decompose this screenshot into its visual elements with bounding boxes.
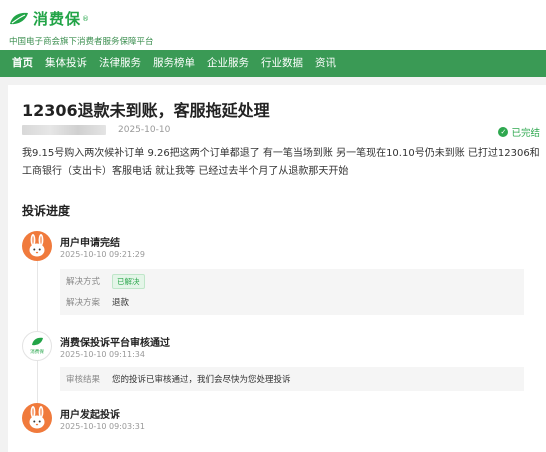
- step-name: 用户发起投诉: [60, 410, 120, 421]
- step-detail: 审核结果 您的投诉已审核通过，我们会尽快为您处理投诉: [60, 367, 524, 391]
- leaf-logo-icon: [10, 12, 28, 24]
- step-time: 2025-10-10 09:21:29: [60, 250, 145, 259]
- timeline-line: [37, 247, 38, 407]
- step-time: 2025-10-10 09:03:31: [60, 422, 145, 431]
- nav-item-legal-service[interactable]: 法律服务: [93, 50, 147, 77]
- review-result-row: 审核结果 您的投诉已审核通过，我们会尽快为您处理投诉: [60, 367, 524, 391]
- nav-item-service-ranking[interactable]: 服务榜单: [147, 50, 201, 77]
- complaint-card: 12306退款未到账，客服拖延处理 2025-10-10 ✓ 已完结 我9.15…: [8, 85, 546, 452]
- site-tagline: 中国电子商会旗下消费者服务保障平台: [9, 37, 154, 47]
- check-circle-icon: ✓: [498, 127, 509, 137]
- step-time: 2025-10-10 09:11:34: [60, 350, 145, 359]
- rabbit-avatar-icon: [22, 231, 52, 261]
- rabbit-avatar-icon: [22, 403, 52, 433]
- progress-title: 投诉进度: [22, 204, 71, 218]
- platform-logo-avatar: 消费保: [22, 331, 52, 361]
- resolution-plan-value: 退款: [112, 298, 130, 308]
- blurred-username: [22, 125, 106, 135]
- site-header: 消费保 ® 中国电子商会旗下消费者服务保障平台: [0, 0, 546, 50]
- nav-item-enterprise-service[interactable]: 企业服务: [201, 50, 255, 77]
- complaint-date: 2025-10-10: [118, 125, 171, 135]
- nav-item-group-complaint[interactable]: 集体投诉: [39, 50, 93, 77]
- step-name: 消费保投诉平台审核通过: [60, 338, 170, 349]
- registered-mark: ®: [82, 14, 90, 23]
- complaint-content: 我9.15号购入两次候补订单 9.26把这两个订单都退了 有一笔当场到账 另一笔…: [22, 148, 540, 177]
- resolution-method-row: 解决方式 已解决: [60, 269, 524, 291]
- resolution-plan-row: 解决方案 退款: [60, 291, 524, 313]
- review-result-label: 审核结果: [66, 375, 101, 385]
- complaint-meta: 2025-10-10: [22, 125, 170, 135]
- step-detail: 解决方式 已解决 解决方案 退款: [60, 269, 524, 315]
- status-badge: ✓ 已完结: [498, 125, 540, 139]
- resolution-plan-label: 解决方案: [66, 298, 101, 308]
- site-logo[interactable]: 消费保 ®: [8, 8, 89, 29]
- nav-item-news[interactable]: 资讯: [309, 50, 342, 77]
- status-text: 已完结: [511, 128, 540, 139]
- platform-avatar-text: 消费保: [30, 348, 44, 355]
- resolution-method-label: 解决方式: [66, 277, 101, 287]
- complaint-title: 12306退款未到账，客服拖延处理: [22, 101, 270, 120]
- nav-item-home[interactable]: 首页: [6, 50, 39, 77]
- review-result-value: 您的投诉已审核通过，我们会尽快为您处理投诉: [112, 375, 291, 385]
- logo-text: 消费保: [33, 10, 82, 28]
- step-name: 用户申请完结: [60, 238, 120, 249]
- nav-item-industry-data[interactable]: 行业数据: [255, 50, 309, 77]
- resolved-badge: 已解决: [112, 273, 145, 289]
- main-nav: 首页 集体投诉 法律服务 服务榜单 企业服务 行业数据 资讯: [0, 50, 546, 77]
